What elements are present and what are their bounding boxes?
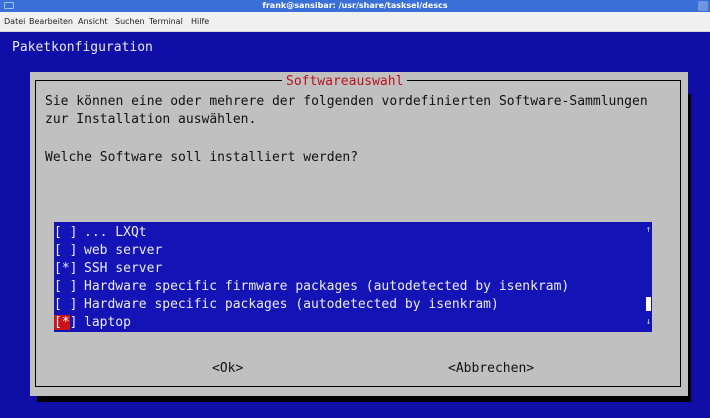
menu-suchen[interactable]: Suchen <box>115 12 145 32</box>
list-item-label: SSH server <box>84 261 163 276</box>
software-selection-dialog: Softwareauswahl Sie können eine oder meh… <box>30 72 688 396</box>
list-item[interactable]: [ ] web server <box>54 242 640 260</box>
list-item[interactable]: [ ] ... LXQt <box>54 224 640 242</box>
software-list[interactable]: [ ] ... LXQt [ ] web server [*] SSH serv… <box>54 222 652 332</box>
list-item-label: web server <box>84 243 163 258</box>
menu-ansicht[interactable]: Ansicht <box>78 12 108 32</box>
scroll-down-arrow-icon[interactable]: ↓ <box>645 316 652 328</box>
list-item[interactable]: [*] SSH server <box>54 260 640 278</box>
terminal-area[interactable]: Paketkonfiguration Softwareauswahl Sie k… <box>0 32 710 418</box>
checkbox-open-bracket: [ <box>54 315 62 330</box>
close-icon[interactable] <box>698 1 708 11</box>
dialog-intro-line1: Sie können eine oder mehrere der folgend… <box>45 94 648 109</box>
checkbox[interactable]: [*] <box>54 260 77 278</box>
backtitle: Paketkonfiguration <box>12 40 153 55</box>
cancel-button[interactable]: <Abbrechen> <box>448 360 534 378</box>
dialog-title: Softwareauswahl <box>282 74 408 90</box>
list-scrollbar[interactable]: ↑ ↓ <box>645 222 652 332</box>
checkbox[interactable]: [ ] <box>54 242 77 260</box>
menu-datei[interactable]: Datei <box>4 12 25 32</box>
list-item[interactable]: [ ] Hardware specific firmware packages … <box>54 278 640 296</box>
checkbox-mark: * <box>61 315 70 330</box>
window-title: frank@sansibar: /usr/share/tasksel/descs <box>262 1 448 10</box>
menu-bearbeiten[interactable]: Bearbeiten <box>29 12 73 32</box>
window-titlebar[interactable]: frank@sansibar: /usr/share/tasksel/descs <box>0 0 710 12</box>
checkbox[interactable]: [*] <box>54 314 77 332</box>
dialog-question: Welche Software soll installiert werden? <box>45 150 359 165</box>
checkbox-close-bracket: ] <box>69 315 78 330</box>
checkbox[interactable]: [ ] <box>54 278 77 296</box>
menu-hilfe[interactable]: Hilfe <box>191 12 209 32</box>
dialog-intro-line2: zur Installation auswählen. <box>45 112 257 127</box>
list-item-label: laptop <box>84 315 131 330</box>
list-item-selected[interactable]: [*] laptop <box>54 314 640 332</box>
ok-button[interactable]: <Ok> <box>212 360 243 378</box>
list-item-label: ... LXQt <box>84 225 147 240</box>
menu-terminal[interactable]: Terminal <box>149 12 183 32</box>
menubar: Datei Bearbeiten Ansicht Suchen Terminal… <box>0 12 710 32</box>
list-item-label: Hardware specific packages (autodetected… <box>84 297 499 312</box>
scroll-up-arrow-icon[interactable]: ↑ <box>645 224 652 236</box>
scroll-thumb[interactable] <box>646 297 651 311</box>
checkbox[interactable]: [ ] <box>54 296 77 314</box>
list-item-label: Hardware specific firmware packages (aut… <box>84 279 570 294</box>
list-item[interactable]: [ ] Hardware specific packages (autodete… <box>54 296 640 314</box>
checkbox[interactable]: [ ] <box>54 224 77 242</box>
